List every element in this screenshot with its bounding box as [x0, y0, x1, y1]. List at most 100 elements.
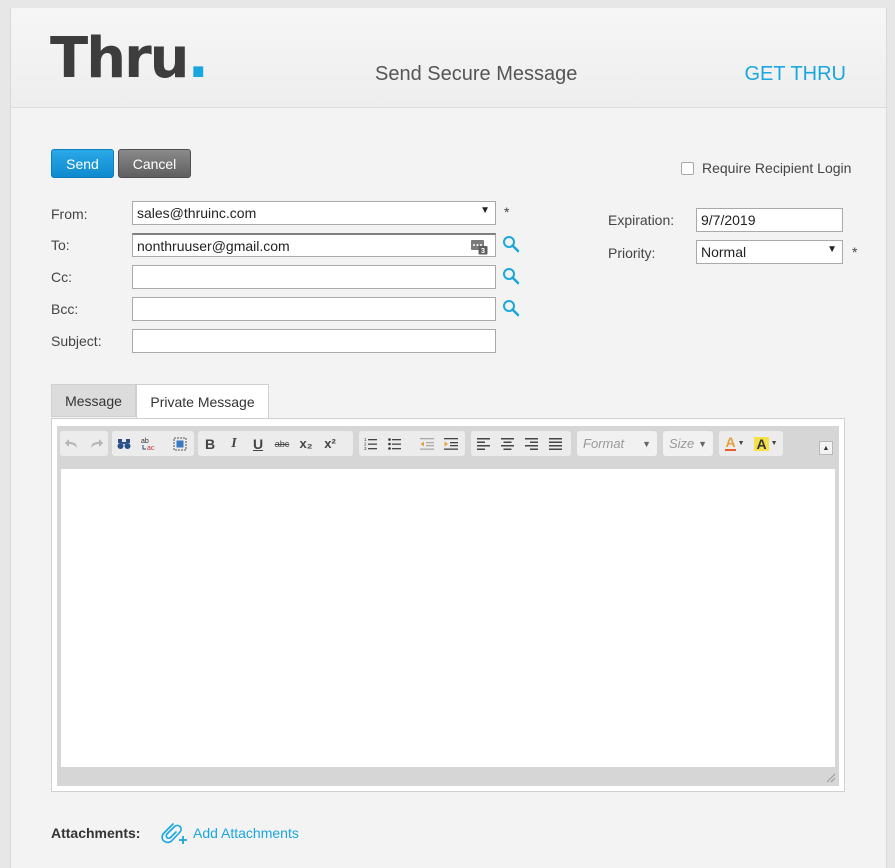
resize-grip-icon[interactable]: [824, 771, 836, 783]
redo-icon: [91, 438, 103, 448]
select-all-icon: [173, 437, 187, 450]
message-editor: ab ac B I U abc x₂ x² 1 2 3 Format ▼ Siz…: [51, 418, 845, 792]
expiration-label: Expiration:: [608, 212, 675, 228]
to-search-icon[interactable]: [502, 235, 520, 253]
bcc-label: Bcc:: [51, 301, 79, 317]
message-body-input[interactable]: [61, 469, 835, 767]
align-left-button[interactable]: [471, 432, 495, 455]
tab-private-message[interactable]: Private Message: [136, 384, 269, 418]
align-right-button[interactable]: [519, 432, 543, 455]
chevron-down-icon: ▼: [698, 438, 707, 449]
page-title: Send Secure Message: [375, 63, 578, 85]
cc-label: Cc:: [51, 269, 72, 285]
outdent-icon: [420, 438, 434, 450]
numbered-list-icon: 1 2 3: [364, 437, 377, 450]
expiration-input[interactable]: 9/7/2019: [696, 208, 843, 232]
superscript-button[interactable]: x²: [318, 432, 342, 455]
bcc-search-icon[interactable]: [502, 299, 520, 317]
align-left-icon: [476, 437, 490, 450]
align-center-icon: [500, 437, 514, 450]
list-group: 1 2 3: [359, 431, 465, 456]
to-value: nonthruuser@gmail.com: [137, 237, 290, 254]
indent-button[interactable]: [439, 432, 463, 455]
strikethrough-button[interactable]: abc: [270, 432, 294, 455]
numbered-list-button[interactable]: 1 2 3: [359, 432, 383, 455]
paperclip-icon: [161, 823, 187, 844]
select-all-button[interactable]: [168, 432, 192, 455]
subscript-button[interactable]: x₂: [294, 432, 318, 455]
indent-icon: [444, 438, 458, 450]
redo-button[interactable]: [84, 432, 108, 455]
find-group: ab ac: [112, 431, 194, 456]
attachments-label: Attachments:: [51, 825, 141, 841]
align-right-icon: [524, 437, 538, 450]
to-badge-count: 3: [481, 246, 485, 255]
size-dropdown[interactable]: Size ▼: [663, 431, 713, 456]
bold-button[interactable]: B: [198, 432, 222, 455]
undo-button[interactable]: [60, 432, 84, 455]
format-dropdown[interactable]: Format ▼: [577, 431, 657, 456]
text-color-icon: A: [725, 434, 736, 451]
tab-message[interactable]: Message: [51, 384, 136, 417]
thru-logo: Thru.: [50, 26, 209, 92]
send-button[interactable]: Send: [51, 149, 114, 178]
chevron-down-icon: ▼: [827, 244, 837, 255]
replace-icon: ab ac: [141, 438, 155, 451]
editor-frame: ab ac B I U abc x₂ x² 1 2 3 Format ▼ Siz…: [57, 426, 839, 786]
to-label: To:: [51, 237, 70, 253]
page-header: Thru. Send Secure Message GET THRU: [11, 8, 886, 108]
contacts-icon[interactable]: 3: [470, 237, 488, 255]
chevron-down-icon: ▼: [737, 440, 745, 447]
cc-search-icon[interactable]: [502, 267, 520, 285]
bullet-list-icon: [388, 438, 401, 450]
underline-button[interactable]: U: [246, 432, 270, 455]
logo-text: Thru: [50, 26, 190, 91]
bcc-input[interactable]: [132, 297, 496, 321]
from-required-marker: *: [504, 204, 510, 220]
color-group: A ▼ A ▼: [719, 431, 783, 456]
subject-input[interactable]: [132, 329, 496, 353]
replace-button[interactable]: ab ac: [136, 432, 160, 455]
outdent-button[interactable]: [415, 432, 439, 455]
cancel-button[interactable]: Cancel: [118, 149, 191, 178]
find-button[interactable]: [112, 432, 136, 455]
italic-button[interactable]: I: [222, 432, 246, 455]
highlight-color-icon: A: [754, 435, 769, 452]
text-color-button[interactable]: A ▼: [719, 432, 751, 455]
text-style-group: B I U abc x₂ x²: [198, 431, 353, 456]
justify-icon: [548, 437, 562, 450]
size-placeholder: Size: [669, 436, 695, 451]
require-login-checkbox[interactable]: [681, 161, 694, 175]
justify-button[interactable]: [543, 432, 567, 455]
bullet-list-button[interactable]: [383, 432, 407, 455]
require-login-option[interactable]: Require Recipient Login: [681, 160, 851, 176]
align-group: [471, 431, 571, 456]
chevron-down-icon: ▼: [642, 438, 651, 449]
add-attachments-label: Add Attachments: [193, 825, 299, 841]
priority-label: Priority:: [608, 245, 656, 261]
priority-select[interactable]: Normal ▼: [696, 240, 843, 264]
undo-icon: [65, 438, 77, 448]
history-group: [60, 431, 108, 456]
priority-value: Normal: [701, 244, 747, 260]
align-center-button[interactable]: [495, 432, 519, 455]
collapse-toolbar-button[interactable]: ▲: [819, 441, 833, 455]
to-input[interactable]: nonthruuser@gmail.com 3: [132, 233, 496, 257]
binoculars-icon: [117, 439, 131, 449]
expiration-value: 9/7/2019: [701, 212, 756, 228]
subject-label: Subject:: [51, 333, 102, 349]
chevron-down-icon: ▼: [770, 440, 778, 447]
add-attachments-link[interactable]: Add Attachments: [159, 820, 299, 846]
collapse-icon: ▲: [822, 444, 830, 452]
get-thru-link[interactable]: GET THRU: [745, 62, 847, 86]
chevron-down-icon: ▼: [480, 205, 490, 216]
logo-dot: .: [187, 26, 209, 91]
format-placeholder: Format: [583, 436, 625, 451]
background-color-button[interactable]: A ▼: [751, 432, 781, 455]
editor-toolbar: ab ac B I U abc x₂ x² 1 2 3 Format ▼ Siz…: [57, 426, 839, 464]
from-value: sales@thruinc.com: [137, 205, 257, 221]
from-select[interactable]: sales@thruinc.com ▼: [132, 201, 496, 225]
cc-input[interactable]: [132, 265, 496, 289]
from-label: From:: [51, 206, 88, 222]
svg-text:ab: ab: [141, 438, 149, 445]
